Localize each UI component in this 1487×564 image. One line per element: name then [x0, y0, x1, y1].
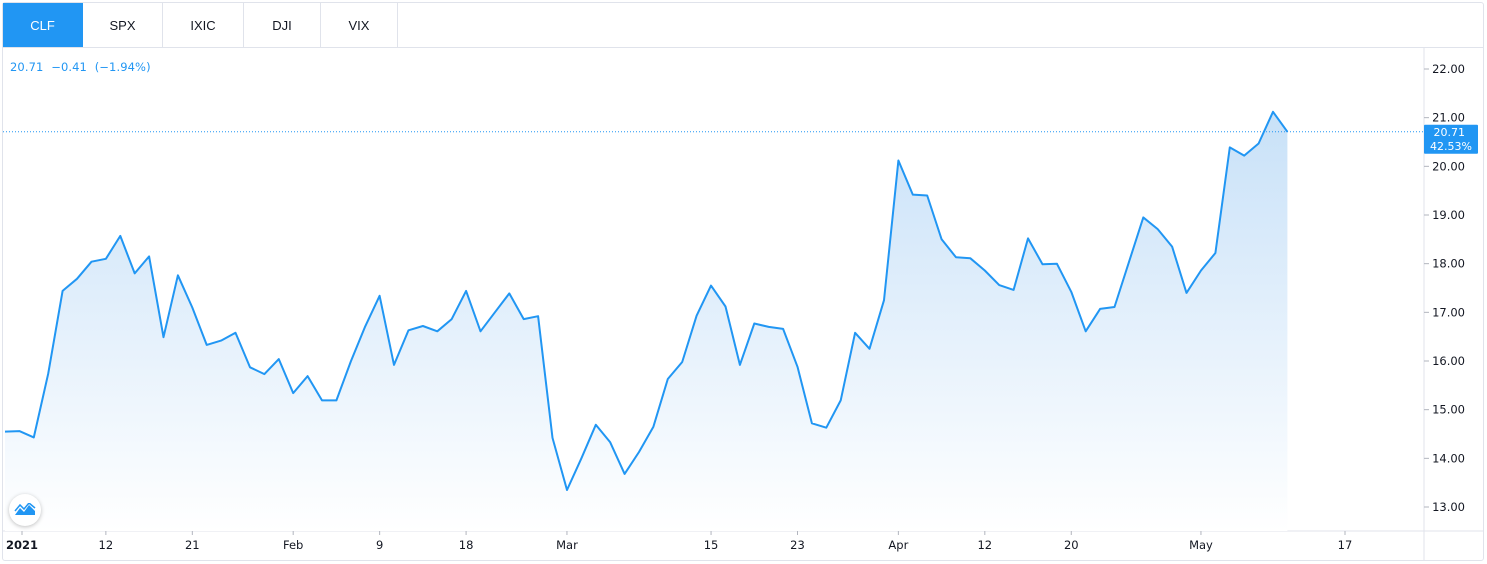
tradingview-logo-icon [14, 503, 36, 515]
y-tick-label: 18.00 [1432, 257, 1465, 271]
y-tick-label: 19.00 [1432, 208, 1465, 222]
last-price-value: 20.71 [1434, 126, 1466, 139]
y-tick-label: 20.00 [1432, 159, 1465, 173]
y-tick-label: 22.00 [1432, 62, 1465, 76]
y-tick-label: 21.00 [1432, 111, 1465, 125]
x-tick-label: Feb [283, 538, 303, 552]
x-tick-label: 23 [790, 538, 805, 552]
x-tick-label: 12 [99, 538, 114, 552]
x-tick-label: 12 [977, 538, 992, 552]
x-tick-label: 2021 [6, 538, 38, 552]
x-tick-label: 17 [1338, 538, 1353, 552]
chart-logo-button[interactable] [9, 494, 41, 526]
x-tick-label: 9 [376, 538, 383, 552]
y-tick-label: 15.00 [1432, 403, 1465, 417]
last-price-percent: 42.53% [1430, 140, 1472, 153]
x-tick-label: 18 [459, 538, 474, 552]
x-tick-label: 21 [185, 538, 200, 552]
x-tick-label: Apr [888, 538, 908, 552]
y-tick-label: 17.00 [1432, 305, 1465, 319]
x-tick-label: May [1189, 538, 1213, 552]
y-tick-label: 16.00 [1432, 354, 1465, 368]
y-tick-label: 13.00 [1432, 500, 1465, 514]
x-tick-label: Mar [556, 538, 578, 552]
x-tick-label: 15 [704, 538, 719, 552]
price-chart[interactable]: 13.00 14.00 15.00 16.00 17.00 18.00 19.00 20.00… [0, 0, 1487, 564]
y-tick-label: 14.00 [1432, 451, 1465, 465]
x-tick-label: 20 [1064, 538, 1079, 552]
